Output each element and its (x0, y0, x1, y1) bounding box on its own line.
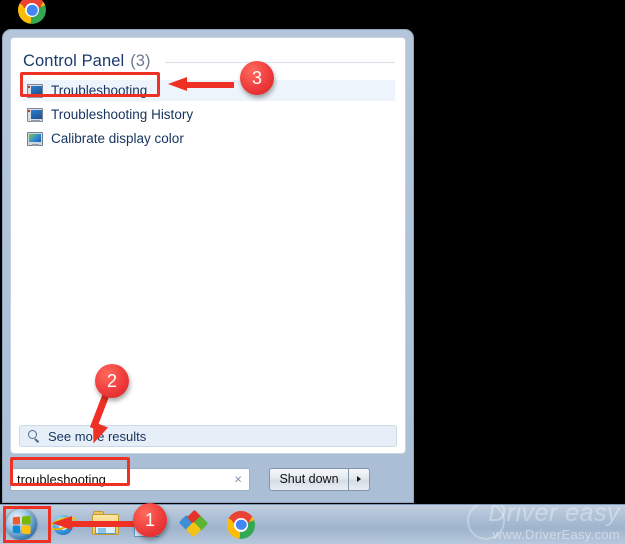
watermark-brand: Driver easy (488, 504, 620, 527)
group-separator-line (165, 62, 395, 63)
start-menu: Control Panel (3) Troubleshooting Troubl… (2, 29, 414, 503)
taskbar-item-google-chrome[interactable] (220, 505, 262, 544)
shutdown-options-button[interactable] (348, 467, 370, 491)
annotation-arrow-1 (52, 516, 134, 531)
annotation-arrow-3 (168, 77, 234, 92)
annotation-badge-1: 1 (133, 503, 167, 537)
start-button[interactable] (0, 505, 42, 544)
troubleshooting-icon (27, 83, 43, 98)
watermark: Driver easy www.DriverEasy.com (488, 504, 620, 542)
start-menu-footer: troubleshooting × Shut down (10, 461, 406, 497)
annotation-badge-2: 2 (95, 364, 129, 398)
result-item-troubleshooting-history[interactable]: Troubleshooting History (23, 104, 395, 125)
annotation-badge-3: 3 (240, 61, 274, 95)
chevron-right-icon (357, 476, 361, 482)
power-controls: Shut down (269, 467, 370, 491)
search-field-wrapper: troubleshooting × (10, 467, 250, 491)
result-label: Troubleshooting (51, 83, 148, 98)
results-group-header: Control Panel (3) (23, 50, 395, 72)
search-results-panel: Control Panel (3) Troubleshooting Troubl… (10, 37, 406, 454)
results-group-count: (3) (130, 51, 151, 70)
watermark-logo (467, 505, 505, 540)
troubleshooting-history-icon (27, 107, 43, 122)
google-chrome-icon (18, 0, 46, 24)
calibrate-display-color-icon (27, 131, 43, 146)
annotation-arrow-2 (85, 389, 126, 447)
watermark-url: www.DriverEasy.com (492, 527, 620, 542)
search-input[interactable]: troubleshooting (10, 467, 250, 491)
taskbar-item-diamonds-app[interactable] (168, 505, 220, 544)
result-label: Calibrate display color (51, 131, 184, 146)
chrome-blue-center (26, 4, 38, 16)
results-group-title: Control Panel (23, 51, 125, 70)
result-label: Troubleshooting History (51, 107, 194, 122)
search-icon (28, 429, 41, 443)
clear-x-icon[interactable]: × (234, 473, 242, 486)
search-input-value: troubleshooting (17, 471, 106, 487)
shutdown-button[interactable]: Shut down (269, 467, 348, 491)
screen: Control Panel (3) Troubleshooting Troubl… (0, 0, 625, 544)
start-orb-icon (5, 509, 37, 540)
diamonds-app-icon (178, 509, 208, 537)
result-item-calibrate-display-color[interactable]: Calibrate display color (23, 128, 395, 149)
google-chrome-icon (227, 510, 255, 539)
see-more-results-button[interactable]: See more results (19, 425, 397, 447)
